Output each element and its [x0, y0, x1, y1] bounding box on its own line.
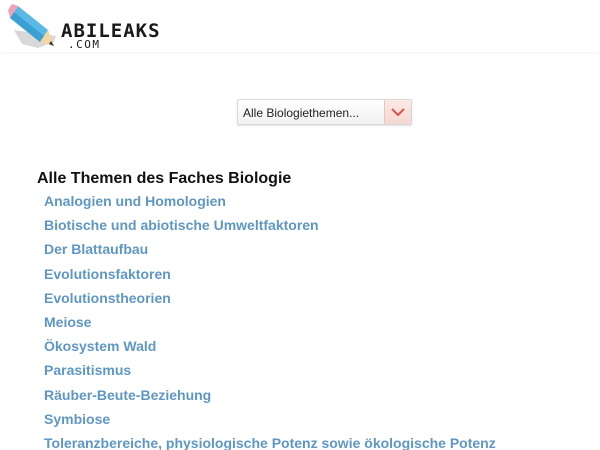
topic-list: Analogien und Homologien Biotische und a…	[44, 192, 496, 450]
site-logo[interactable]: ABILEAKS .COM	[8, 4, 168, 51]
topic-select[interactable]: Alle Biologiethemen...	[237, 99, 412, 125]
list-item: Biotische und abiotische Umweltfaktoren	[44, 216, 496, 240]
list-item: Toleranzbereiche, physiologische Potenz …	[44, 434, 496, 450]
topic-link[interactable]: Ökosystem Wald	[44, 338, 156, 354]
logo-subtext: .COM	[68, 38, 101, 51]
topic-link[interactable]: Evolutionsfaktoren	[44, 266, 171, 282]
pencil-icon	[8, 4, 56, 48]
topic-link[interactable]: Symbiose	[44, 411, 110, 427]
list-item: Meiose	[44, 313, 496, 337]
list-item: Der Blattaufbau	[44, 240, 496, 264]
list-item: Parasitismus	[44, 361, 496, 385]
topic-link[interactable]: Parasitismus	[44, 362, 131, 378]
list-item: Evolutionsfaktoren	[44, 265, 496, 289]
section-title: Alle Themen des Faches Biologie	[37, 170, 292, 187]
topic-link[interactable]: Räuber-Beute-Beziehung	[44, 387, 211, 403]
list-item: Ökosystem Wald	[44, 337, 496, 361]
topic-link[interactable]: Biotische und abiotische Umweltfaktoren	[44, 217, 319, 233]
topic-link[interactable]: Toleranzbereiche, physiologische Potenz …	[44, 435, 496, 450]
topic-link[interactable]: Der Blattaufbau	[44, 241, 148, 257]
list-item: Evolutionstheorien	[44, 289, 496, 313]
topic-link[interactable]: Meiose	[44, 314, 91, 330]
list-item: Räuber-Beute-Beziehung	[44, 386, 496, 410]
site-header: ABILEAKS .COM	[0, 0, 600, 52]
page: ABILEAKS .COM Alle Biologiethemen... All…	[0, 0, 600, 450]
chevron-down-icon	[391, 108, 405, 117]
select-dropdown-button[interactable]	[384, 100, 411, 124]
topic-link[interactable]: Evolutionstheorien	[44, 290, 171, 306]
topic-link[interactable]: Analogien und Homologien	[44, 193, 226, 209]
list-item: Analogien und Homologien	[44, 192, 496, 216]
topic-select-value: Alle Biologiethemen...	[243, 106, 360, 120]
list-item: Symbiose	[44, 410, 496, 434]
